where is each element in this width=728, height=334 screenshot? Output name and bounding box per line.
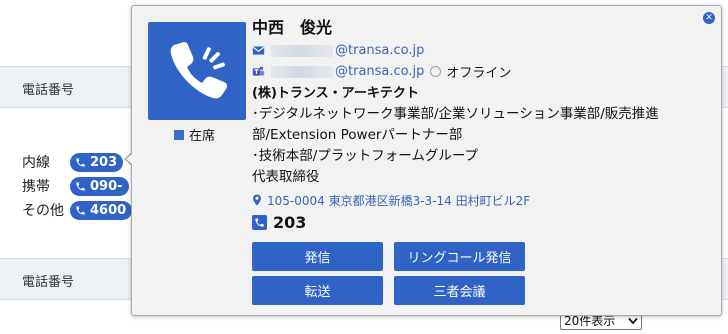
phone-row-label: その他 bbox=[22, 203, 64, 219]
contact-popup: ✕ 在席 中西 俊光 @transa.co.jp @transa.co.jp オ… bbox=[131, 5, 722, 316]
redacted-email-user bbox=[271, 44, 333, 57]
phone-pill-text: 090- bbox=[90, 178, 123, 194]
phone-pill-other[interactable]: 4600 bbox=[70, 200, 133, 220]
offline-status-icon bbox=[430, 66, 442, 77]
chevron-down-icon bbox=[628, 317, 638, 324]
phone-pill-extension[interactable]: 203 bbox=[70, 152, 124, 172]
company-name: (株)トランス・アーキテクト bbox=[252, 86, 419, 101]
conference-button[interactable]: 三者会議 bbox=[394, 276, 525, 305]
phone-pill-text: 203 bbox=[90, 154, 118, 170]
extension-number: 203 bbox=[273, 212, 307, 232]
contact-info: 中西 俊光 @transa.co.jp @transa.co.jp オフライン … bbox=[252, 16, 711, 233]
phone-row-label: 携帯 bbox=[22, 179, 50, 195]
phone-icon bbox=[252, 214, 267, 230]
phone-row-label: 内線 bbox=[22, 155, 50, 171]
transfer-button[interactable]: 転送 bbox=[252, 276, 383, 305]
job-title: 代表取締役 bbox=[252, 169, 320, 185]
ringing-phone-icon bbox=[170, 41, 228, 99]
redacted-teams-user bbox=[271, 65, 333, 78]
phone-icon bbox=[76, 157, 85, 167]
phone-icon bbox=[76, 205, 85, 215]
ring-call-button[interactable]: リングコール発信 bbox=[394, 242, 525, 271]
map-pin-icon bbox=[253, 194, 261, 206]
phone-icon bbox=[76, 181, 85, 191]
teams-domain[interactable]: @transa.co.jp bbox=[335, 64, 424, 79]
contact-name: 中西 俊光 bbox=[252, 18, 333, 37]
section-header-label: 電話番号 bbox=[22, 275, 75, 290]
department-1: ･デジタルネットワーク事業部/企業ソリューション事業部/販売推進部/Extens… bbox=[252, 106, 659, 143]
address-link[interactable]: 105-0004 東京都港区新橋3-3-14 田村町ビル2F bbox=[252, 190, 711, 210]
phone-pill-mobile[interactable]: 090- bbox=[70, 176, 129, 196]
email-domain: @transa.co.jp bbox=[335, 43, 425, 58]
phone-list: 内線 203 携帯 090- その他 4600 bbox=[22, 150, 133, 222]
call-button[interactable]: 発信 bbox=[252, 242, 383, 271]
extension: 203 bbox=[252, 211, 711, 233]
popup-pointer-inner bbox=[126, 153, 133, 165]
avatar bbox=[148, 22, 246, 120]
phone-pill-text: 4600 bbox=[90, 202, 127, 218]
department-2: ･技術本部/プラットフォームグループ bbox=[252, 148, 479, 164]
presence-status: オフライン bbox=[446, 66, 512, 81]
address-text: 105-0004 東京都港区新橋3-3-14 田村町ビル2F bbox=[267, 193, 531, 208]
presence-square-icon bbox=[174, 129, 184, 140]
phone-row-extension: 内線 203 bbox=[22, 150, 132, 174]
phone-row-other: その他 4600 bbox=[22, 198, 133, 222]
mail-icon bbox=[252, 46, 265, 55]
teams-icon bbox=[252, 66, 265, 76]
phone-row-mobile: 携帯 090- bbox=[22, 174, 132, 198]
teams-line: @transa.co.jp オフライン bbox=[252, 61, 711, 82]
presence-label: 在席 bbox=[189, 129, 216, 144]
section-header-label: 電話番号 bbox=[22, 83, 75, 98]
presence-indicator: 在席 bbox=[174, 125, 215, 144]
email-line[interactable]: @transa.co.jp bbox=[252, 40, 711, 61]
